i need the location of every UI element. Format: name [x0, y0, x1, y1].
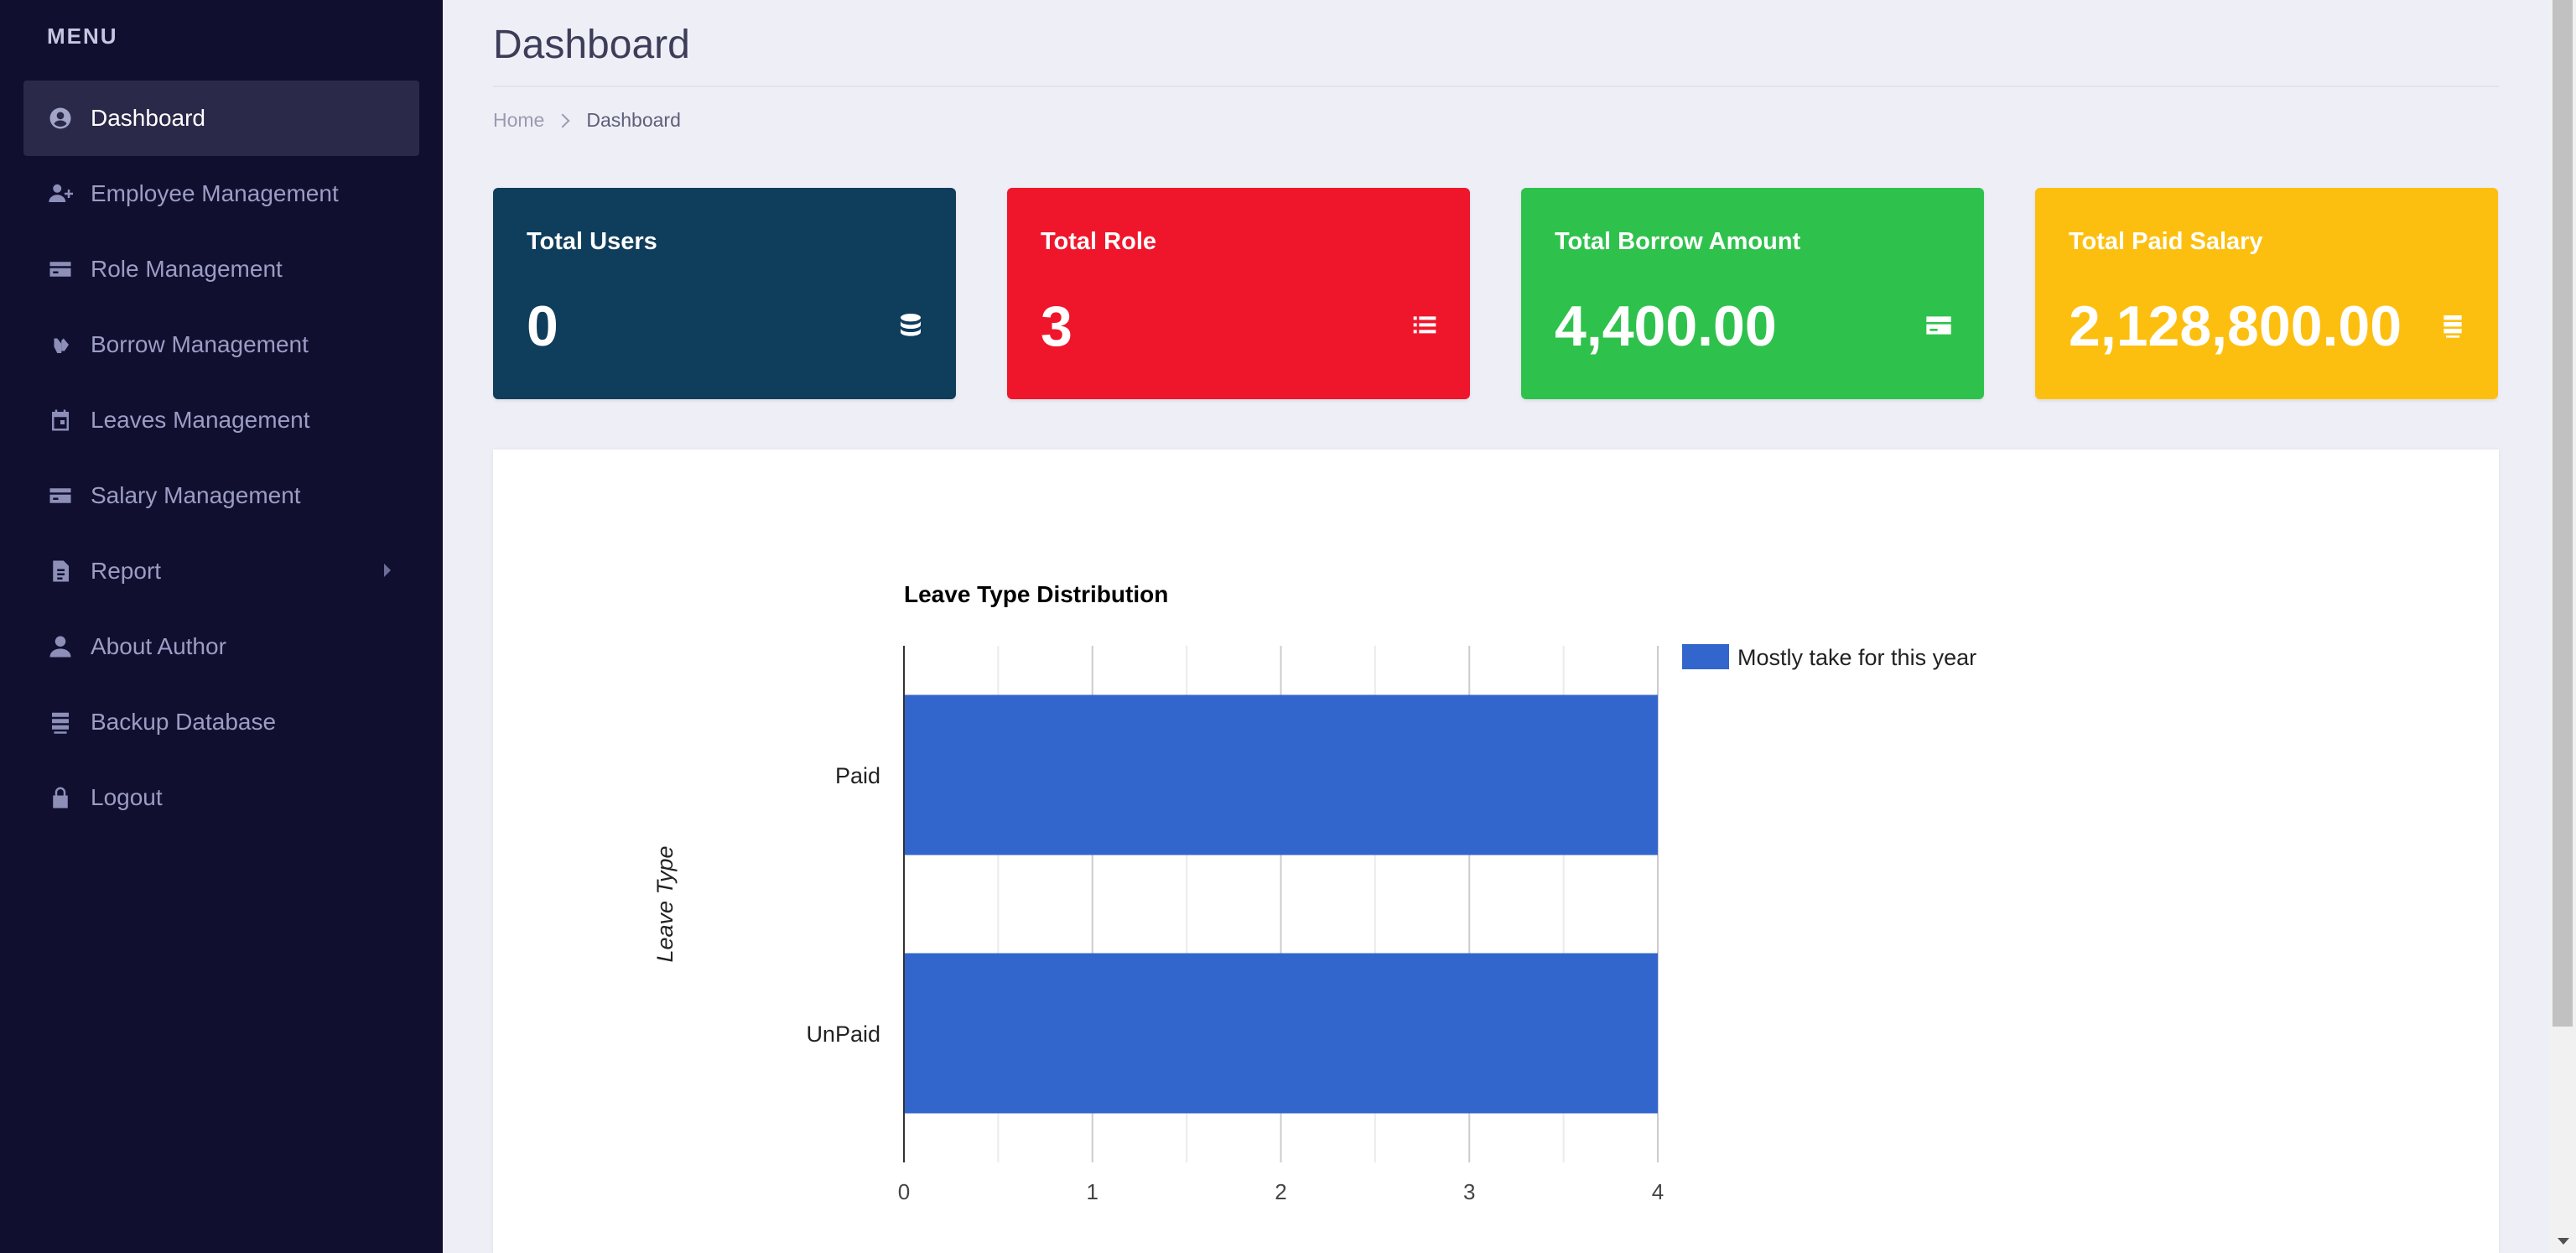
scroll-down-arrow-icon[interactable] [2558, 1238, 2569, 1245]
credit-card-icon [44, 252, 77, 286]
sidebar-item-label: Logout [91, 784, 163, 810]
page-scrollbar[interactable] [2549, 0, 2576, 1253]
sidebar-nav: Dashboard Employee Management Role Manag… [23, 81, 419, 835]
sidebar-item-dashboard[interactable]: Dashboard [23, 81, 419, 156]
scrollbar-thumb[interactable] [2553, 0, 2573, 1027]
sidebar-item-label: Dashboard [91, 105, 205, 131]
sidebar-item-label: Backup Database [91, 709, 277, 735]
sidebar-item-label: Employee Management [91, 180, 339, 206]
sidebar-item-label: Leaves Management [91, 407, 310, 433]
card-value: 0 [527, 294, 558, 358]
card-title: Total Role [1041, 228, 1157, 255]
database-icon [897, 312, 924, 339]
calendar-icon [44, 403, 77, 437]
bar [904, 953, 1658, 1114]
card-value: 4,400.00 [1555, 294, 1777, 358]
chevron-right-icon [384, 564, 391, 577]
credit-card-icon [44, 479, 77, 512]
chevron-right-icon [555, 113, 570, 127]
x-tick-label: 0 [898, 1179, 910, 1204]
sidebar-item-about-author[interactable]: About Author [23, 609, 419, 684]
legend-label: Mostly take for this year [1737, 645, 1976, 670]
user-plus-icon [44, 177, 77, 211]
file-icon [44, 554, 77, 588]
stat-card-total-paid-salary: Total Paid Salary 2,128,800.00 [2035, 188, 2498, 399]
legend-swatch [1682, 644, 1729, 669]
card-title: Total Users [527, 228, 657, 255]
stat-card-total-role: Total Role 3 [1007, 188, 1470, 399]
y-tick-label: UnPaid [806, 1022, 880, 1047]
x-tick-label: 3 [1463, 1179, 1475, 1204]
list-icon [1411, 312, 1438, 339]
breadcrumb-current: Dashboard [586, 109, 681, 131]
stat-card-total-borrow-amount: Total Borrow Amount 4,400.00 [1521, 188, 1984, 399]
database-icon [2439, 312, 2466, 339]
sidebar-item-label: About Author [91, 633, 226, 659]
database-icon [44, 705, 77, 739]
breadcrumb-home-link[interactable]: Home [493, 109, 544, 132]
sidebar-item-report[interactable]: Report [23, 533, 419, 609]
card-title: Total Borrow Amount [1555, 228, 1801, 255]
y-axis-label: Leave Type [652, 845, 678, 962]
sidebar-item-label: Report [91, 558, 162, 584]
sidebar-item-label: Role Management [91, 256, 283, 282]
chart-panel: Leave Type Distribution Paid UnPaid 0 1 2 3 4 Le… [493, 450, 2499, 1253]
user-icon [44, 630, 77, 663]
x-tick-label: 2 [1275, 1179, 1286, 1204]
card-value: 2,128,800.00 [2069, 294, 2402, 358]
card-value: 3 [1041, 294, 1072, 358]
sidebar-item-borrow-management[interactable]: Borrow Management [23, 307, 419, 382]
sidebar-item-label: Salary Management [91, 482, 301, 508]
sidebar-item-label: Borrow Management [91, 331, 309, 357]
stat-card-total-users: Total Users 0 [493, 188, 956, 399]
user-circle-icon [44, 101, 77, 135]
y-tick-label: Paid [835, 763, 880, 788]
divider [493, 86, 2499, 87]
sidebar-item-logout[interactable]: Logout [23, 760, 419, 835]
menu-title: MENU [47, 23, 118, 49]
chart-title: Leave Type Distribution [904, 581, 1168, 607]
x-tick-label: 4 [1652, 1179, 1664, 1204]
sidebar-item-salary-management[interactable]: Salary Management [23, 458, 419, 533]
sidebar-item-employee-management[interactable]: Employee Management [23, 156, 419, 231]
x-tick-label: 1 [1087, 1179, 1098, 1204]
page-title: Dashboard [493, 23, 690, 67]
bar [904, 694, 1658, 855]
credit-card-icon [1925, 312, 1952, 339]
hand-holding-icon [44, 328, 77, 361]
sidebar: MENU Dashboard Employee Management Role … [0, 0, 443, 1253]
sidebar-item-leaves-management[interactable]: Leaves Management [23, 382, 419, 458]
sidebar-item-role-management[interactable]: Role Management [23, 231, 419, 307]
leave-type-chart: Leave Type Distribution Paid UnPaid 0 1 2 3 4 Le… [652, 581, 1976, 1204]
lock-icon [44, 781, 77, 814]
card-title: Total Paid Salary [2069, 228, 2263, 255]
sidebar-item-backup-database[interactable]: Backup Database [23, 684, 419, 760]
breadcrumb: Home Dashboard [493, 109, 681, 132]
